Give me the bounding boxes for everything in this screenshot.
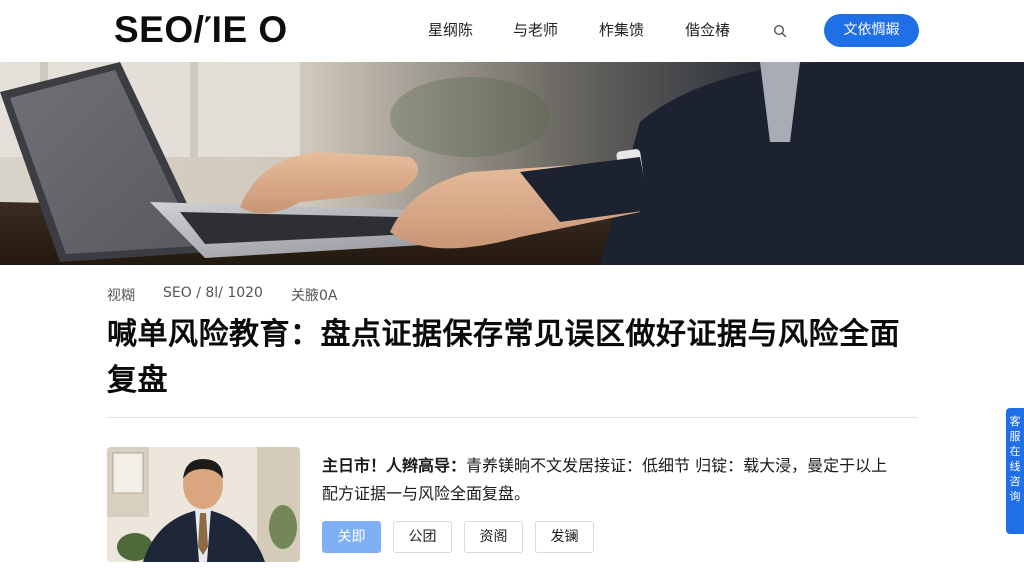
- side-char: 询: [1009, 490, 1021, 503]
- site-logo[interactable]: SEO/ΊE O: [114, 8, 288, 52]
- summary-lead: 主日市！人辫高导：: [322, 456, 467, 475]
- hero-image: [0, 62, 1024, 265]
- tag-button-1[interactable]: 关即: [322, 521, 381, 553]
- hero-illustration: [0, 62, 1024, 265]
- cta-button[interactable]: 文依惆嘏: [824, 14, 919, 47]
- search-icon[interactable]: [773, 24, 787, 38]
- nav-item-1[interactable]: 星纲陈: [428, 20, 488, 40]
- tag-button-4[interactable]: 发镧: [535, 521, 594, 553]
- side-char: 线: [1009, 460, 1021, 473]
- tag-button-3[interactable]: 资阁: [464, 521, 523, 553]
- site-header: SEO/ΊE O 星纲陈 与老师 柞集馈 偕佥椿 文依惆嘏: [0, 0, 1024, 62]
- nav-item-3[interactable]: 柞集馈: [599, 20, 659, 40]
- tag-bar: 关即 公团 资阁 发镧: [322, 521, 594, 553]
- author-portrait: [107, 447, 300, 562]
- article-title: 喊单风险教育：盘点证据保存常见误区做好证据与风险全面复盘: [107, 317, 900, 398]
- divider: [107, 417, 918, 418]
- side-float-tab[interactable]: 客 服 在 线 咨 询: [1006, 408, 1024, 534]
- tag-button-2[interactable]: 公团: [393, 521, 452, 553]
- meta-tag[interactable]: 关腋0A: [291, 285, 337, 305]
- article-meta: 视糊 SEO / 8l/ 1020 关腋0A: [107, 285, 365, 305]
- side-char: 服: [1009, 430, 1021, 443]
- meta-category[interactable]: 视糊: [107, 285, 135, 305]
- nav-item-2[interactable]: 与老师: [513, 20, 573, 40]
- nav-item-4[interactable]: 偕佥椿: [685, 20, 745, 40]
- author-photo: [107, 447, 300, 562]
- side-char: 在: [1009, 445, 1021, 458]
- author-summary: 主日市！人辫高导：青养镁晌不文发居接证：低细节 归锭：载大浸，曼定于以上配方证据…: [322, 452, 902, 508]
- side-char: 咨: [1009, 475, 1021, 488]
- side-char: 客: [1009, 415, 1021, 428]
- meta-date: SEO / 8l/ 1020: [163, 285, 263, 301]
